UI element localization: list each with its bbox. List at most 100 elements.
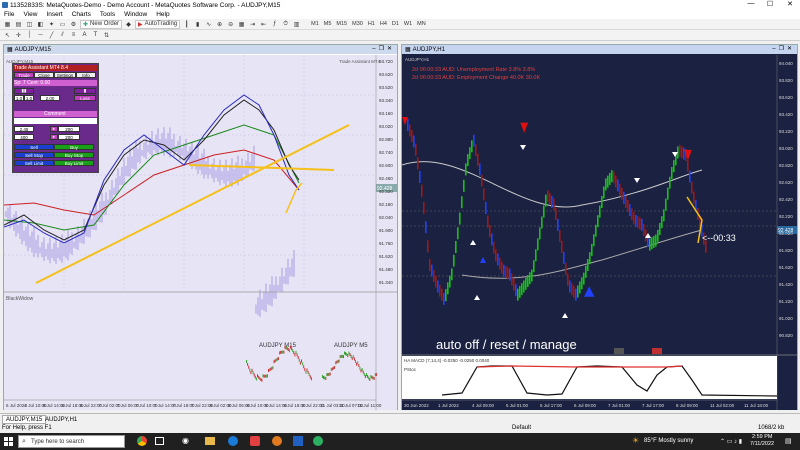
right-chart-window[interactable]: ▦ AUDJPY,H1 –❐✕ AUDJPY,H1 2d 06:00:33 AU… — [401, 44, 798, 410]
right-chart-svg[interactable]: AUDJPY,H1 2d 06:00:33 AUD: Unemployment … — [402, 55, 797, 410]
new-order-button[interactable]: ✚ New Order — [80, 19, 123, 29]
tile-icon[interactable]: ▦ — [237, 20, 246, 29]
ta-loss-btn[interactable]: Loss — [74, 95, 96, 101]
chart-shift-icon[interactable]: ⇤ — [259, 20, 268, 29]
word-icon[interactable] — [293, 436, 303, 446]
menu-tools[interactable]: Tools — [100, 11, 115, 18]
right-chart-titlebar[interactable]: ▦ AUDJPY,H1 –❐✕ — [402, 45, 797, 54]
profiles-icon[interactable]: ▤ — [14, 20, 23, 29]
cursor-icon[interactable]: ↖ — [3, 31, 12, 40]
vertical-line-icon[interactable]: │ — [25, 31, 34, 40]
task-view-icon[interactable] — [155, 437, 164, 445]
bar-chart-icon[interactable]: ┃ — [182, 20, 191, 29]
strategy-tester-icon[interactable]: ⚙ — [69, 20, 78, 29]
ta-risk-field[interactable]: 2.00 — [40, 95, 60, 101]
mini-bar — [359, 366, 361, 370]
menu-view[interactable]: View — [23, 11, 37, 18]
zoom-out-icon[interactable]: ⊖ — [226, 20, 235, 29]
tf-w1[interactable]: W1 — [404, 21, 412, 27]
trade-assistant-panel[interactable]: Trade Assistant MT4 8.4 Trade Close Sett… — [12, 63, 99, 173]
terminal-icon[interactable]: ▭ — [58, 20, 67, 29]
menu-help[interactable]: Help — [156, 11, 169, 18]
navigator-icon[interactable]: ✦ — [47, 20, 56, 29]
zoom-in-icon[interactable]: ⊕ — [215, 20, 224, 29]
trendline-icon[interactable]: ╱ — [47, 31, 56, 40]
ta-comment-field[interactable] — [14, 118, 97, 124]
tray-icons[interactable]: ⌃ ▭ ♪ ▮ — [720, 438, 742, 445]
menu-window[interactable]: Window — [124, 11, 147, 18]
ta-buy-button[interactable]: Buy — [54, 144, 94, 150]
firefox-icon[interactable] — [272, 436, 282, 446]
weather-text[interactable]: 85°F Mostly sunny — [644, 438, 693, 444]
templates-icon[interactable]: ▥ — [292, 20, 301, 29]
ta-sell-limit-button[interactable]: Sell Limit — [14, 160, 54, 166]
autoscroll-icon[interactable]: ⇥ — [248, 20, 257, 29]
tf-h4[interactable]: H4 — [380, 21, 387, 27]
ta-tp-field[interactable]: 200 — [58, 134, 80, 140]
crosshair-icon[interactable]: ✛ — [14, 31, 23, 40]
periods-icon[interactable]: ⏱ — [281, 20, 290, 29]
tf-h1[interactable]: H1 — [368, 21, 375, 27]
tf-d1[interactable]: D1 — [392, 21, 399, 27]
ta-sl-field[interactable]: 400 — [14, 134, 34, 140]
tab-audjpy-h1[interactable]: AUDJPY,H1 — [42, 415, 80, 424]
ta-sell-button[interactable]: Sell — [14, 144, 54, 150]
tf-mn[interactable]: MN — [417, 21, 426, 27]
line-chart-icon[interactable]: ∿ — [204, 20, 213, 29]
ta-sell-stop-button[interactable]: Sell Stop — [14, 152, 54, 158]
arrows-icon[interactable]: ⇅ — [102, 31, 111, 40]
ta-lot-field[interactable]: 1.0 — [14, 95, 24, 101]
tf-m30[interactable]: M30 — [352, 21, 363, 27]
menu-file[interactable]: File — [4, 11, 14, 18]
tf-m1[interactable]: M1 — [311, 21, 319, 27]
clock-date[interactable]: 7/11/2022 — [750, 441, 774, 447]
chrome-icon[interactable] — [137, 436, 147, 446]
file-explorer-icon[interactable] — [205, 437, 215, 445]
ta-risk-btn[interactable]: ▮ — [74, 88, 96, 94]
window-controls[interactable]: –❐✕ — [372, 45, 395, 52]
ta-price-field[interactable]: 2.45 — [14, 126, 34, 132]
close-button[interactable]: ✕ — [783, 0, 797, 8]
ta-tab-close[interactable]: Close — [34, 72, 54, 78]
mini-bar — [304, 368, 306, 372]
data-window-icon[interactable]: ◧ — [36, 20, 45, 29]
tf-m15[interactable]: M15 — [336, 21, 347, 27]
notifications-icon[interactable]: ▤ — [785, 437, 792, 445]
indicators-icon[interactable]: ƒ — [270, 20, 279, 29]
metaeditor-icon[interactable]: ◆ — [124, 20, 133, 29]
autotrading-button[interactable]: ▶ AutoTrading — [135, 19, 181, 29]
ta-buy-stop-button[interactable]: Buy Stop — [54, 152, 94, 158]
label-icon[interactable]: T — [91, 31, 100, 40]
windows-start-icon[interactable] — [4, 437, 13, 446]
menu-charts[interactable]: Charts — [72, 11, 91, 18]
camera-icon[interactable]: ◉ — [182, 436, 189, 445]
market-watch-icon[interactable]: ◫ — [25, 20, 34, 29]
tf-m5[interactable]: M5 — [324, 21, 332, 27]
window-controls[interactable]: –❐✕ — [772, 45, 795, 52]
minimize-button[interactable]: — — [744, 0, 758, 7]
taskbar-search-input[interactable]: ⌕ Type here to search — [18, 435, 125, 448]
new-chart-icon[interactable]: ▦ — [3, 20, 12, 29]
candle-chart-icon[interactable]: ▮ — [193, 20, 202, 29]
left-chart-window[interactable]: ▦ AUDJPY,M15 –❐✕ 92.428 93.720 93.620 93.5… — [3, 44, 398, 410]
ta-tab-trade[interactable]: Trade — [14, 72, 34, 78]
maximize-button[interactable]: ☐ — [763, 0, 777, 8]
fibonacci-icon[interactable]: ≡ — [69, 31, 78, 40]
clock-time[interactable]: 2:59 PM — [752, 434, 772, 440]
metatrader-icon[interactable] — [313, 436, 323, 446]
edge-icon[interactable] — [228, 436, 238, 446]
ta-tab-settings[interactable]: Settings — [54, 72, 76, 78]
ta-entry-field[interactable]: 200 — [58, 126, 80, 132]
left-chart-titlebar[interactable]: ▦ AUDJPY,M15 –❐✕ — [4, 45, 397, 54]
ta-lot-field-2[interactable]: 1.0 — [24, 95, 34, 101]
mini-bar — [297, 356, 299, 360]
channel-icon[interactable]: ⫽ — [58, 31, 67, 40]
app-red-icon[interactable] — [250, 436, 260, 446]
ta-buy-limit-button[interactable]: Buy Limit — [54, 160, 94, 166]
menu-insert[interactable]: Insert — [46, 11, 62, 18]
text-icon[interactable]: A — [80, 31, 89, 40]
horizontal-line-icon[interactable]: ─ — [36, 31, 45, 40]
tab-audjpy-m15[interactable]: AUDJPY,M15 — [2, 415, 47, 424]
ta-tab-info[interactable]: Info — [76, 72, 96, 78]
ta-lot-btn[interactable]: ▮▮ — [14, 88, 34, 94]
